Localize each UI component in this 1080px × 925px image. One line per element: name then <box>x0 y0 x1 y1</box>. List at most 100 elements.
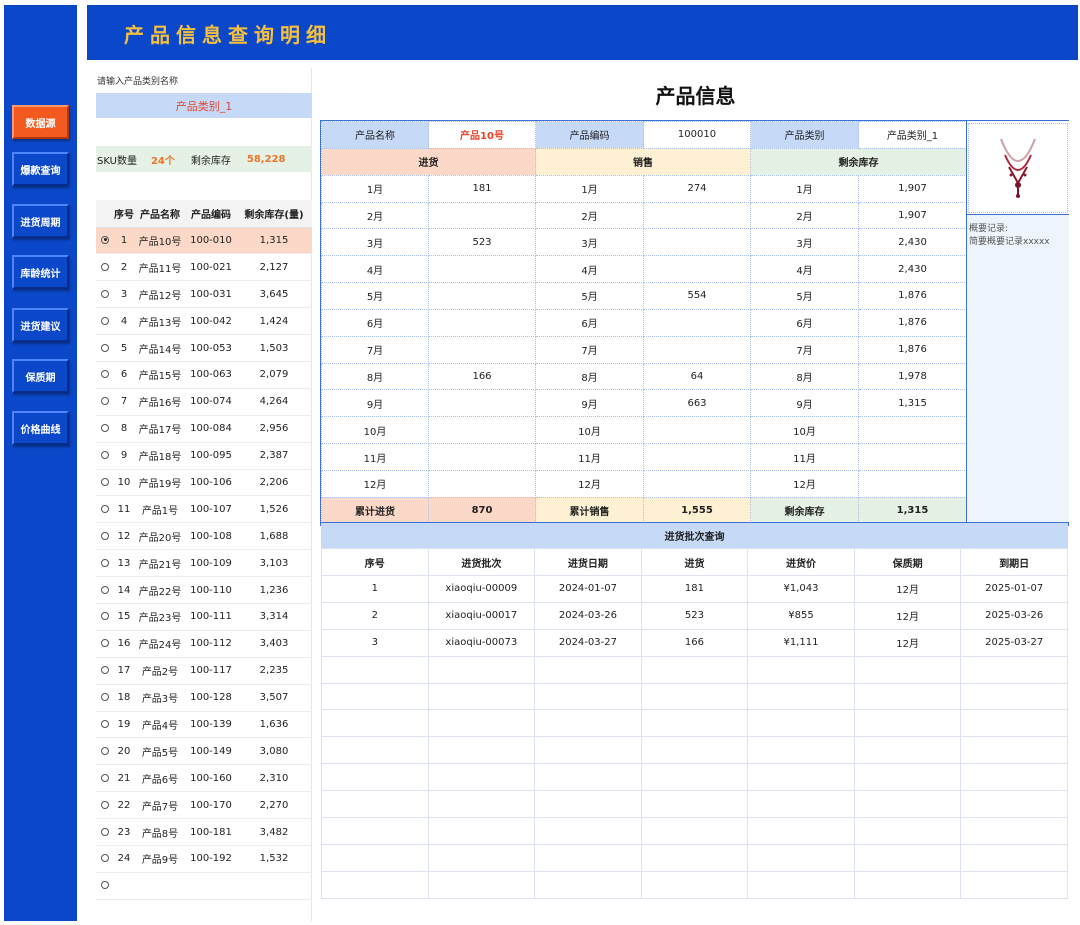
purchase-month: 3月 <box>321 228 429 257</box>
row-radio-cell[interactable] <box>96 334 114 362</box>
row-radio-cell[interactable] <box>96 361 114 389</box>
product-list-row[interactable]: 9 产品18号 100-095 2,387 <box>96 442 312 470</box>
row-radio-cell[interactable] <box>96 684 114 712</box>
batch-cell: xiaoqiu-00009 <box>427 575 536 603</box>
product-list-row[interactable]: 11 产品1号 100-107 1,526 <box>96 495 312 524</box>
product-list-row[interactable]: 24 产品9号 100-192 1,532 <box>96 845 312 873</box>
product-list-row[interactable]: 13 产品21号 100-109 3,103 <box>96 549 312 578</box>
select-radio[interactable] <box>101 504 109 513</box>
row-radio-cell[interactable] <box>96 791 114 820</box>
batch-cell <box>960 843 1068 872</box>
product-code: 100-170 <box>186 791 236 820</box>
row-radio-cell[interactable] <box>96 657 114 685</box>
select-radio[interactable] <box>101 397 109 406</box>
select-radio[interactable] <box>101 693 109 702</box>
select-radio[interactable] <box>101 585 109 594</box>
header-bar: 产品信息查询明细 <box>87 5 1078 60</box>
select-radio[interactable] <box>101 666 109 675</box>
select-radio[interactable] <box>101 773 109 782</box>
product-list-row[interactable]: 22 产品7号 100-170 2,270 <box>96 791 312 820</box>
batch-cell <box>427 817 536 845</box>
row-radio-cell[interactable] <box>96 495 114 524</box>
row-radio-cell[interactable] <box>96 253 114 282</box>
product-list-row[interactable]: 21 产品6号 100-160 2,310 <box>96 764 312 793</box>
month-row: 3月 523 3月 3月 2,430 <box>321 228 967 257</box>
select-radio[interactable] <box>101 827 109 836</box>
product-list-row[interactable] <box>96 872 312 900</box>
row-radio-cell[interactable] <box>96 522 114 551</box>
product-list-row[interactable]: 5 产品14号 100-053 1,503 <box>96 334 312 362</box>
product-list-row[interactable]: 16 产品24号 100-112 3,403 <box>96 630 312 658</box>
product-list-row[interactable]: 17 产品2号 100-117 2,235 <box>96 657 312 685</box>
nav-purchase-cycle-button[interactable]: 进货周期 <box>12 204 69 238</box>
nav-purchase-advice-button[interactable]: 进货建议 <box>12 308 69 342</box>
select-radio[interactable] <box>101 262 109 271</box>
row-radio-cell[interactable] <box>96 549 114 578</box>
select-radio[interactable] <box>101 477 109 486</box>
nav-shelf-life-button[interactable]: 保质期 <box>12 359 69 393</box>
row-radio-cell[interactable] <box>96 845 114 873</box>
row-radio-cell[interactable] <box>96 442 114 470</box>
batch-cell: 181 <box>640 575 749 603</box>
product-list-row[interactable]: 2 产品11号 100-021 2,127 <box>96 253 312 282</box>
sales-value: 554 <box>643 282 751 310</box>
select-radio[interactable] <box>101 800 109 809</box>
row-radio-cell[interactable] <box>96 388 114 416</box>
product-list-row[interactable]: 19 产品4号 100-139 1,636 <box>96 711 312 739</box>
row-radio-cell[interactable] <box>96 737 114 766</box>
product-list-row[interactable]: 1 产品10号 100-010 1,315 <box>96 227 312 255</box>
row-number: 20 <box>114 737 134 766</box>
product-list-row[interactable]: 6 产品15号 100-063 2,079 <box>96 361 312 389</box>
product-list-row[interactable]: 7 产品16号 100-074 4,264 <box>96 388 312 416</box>
select-radio[interactable] <box>101 370 109 379</box>
select-radio[interactable] <box>101 424 109 433</box>
nav-data-source-button[interactable]: 数据源 <box>12 105 69 139</box>
select-radio[interactable] <box>101 558 109 567</box>
select-radio[interactable] <box>101 316 109 325</box>
row-radio-cell[interactable] <box>96 576 114 604</box>
product-list-row[interactable]: 4 产品13号 100-042 1,424 <box>96 307 312 336</box>
product-list-row[interactable]: 8 产品17号 100-084 2,956 <box>96 415 312 443</box>
select-radio[interactable] <box>101 343 109 352</box>
row-radio-cell[interactable] <box>96 307 114 336</box>
row-radio-cell[interactable] <box>96 711 114 739</box>
remaining-month: 3月 <box>750 228 859 257</box>
select-radio[interactable] <box>101 235 109 244</box>
product-list-row[interactable]: 20 产品5号 100-149 3,080 <box>96 737 312 766</box>
purchase-month: 8月 <box>321 362 429 391</box>
select-radio[interactable] <box>101 531 109 540</box>
row-radio-cell[interactable] <box>96 280 114 309</box>
product-code: 100-128 <box>186 684 236 712</box>
select-radio[interactable] <box>101 289 109 298</box>
product-list-row[interactable]: 3 产品12号 100-031 3,645 <box>96 280 312 309</box>
select-radio[interactable] <box>101 881 109 890</box>
product-list-row[interactable]: 18 产品3号 100-128 3,507 <box>96 684 312 712</box>
nav-price-curve-button[interactable]: 价格曲线 <box>12 411 69 445</box>
select-radio[interactable] <box>101 719 109 728</box>
row-radio-cell[interactable] <box>96 872 114 900</box>
batch-cell <box>960 682 1068 711</box>
row-radio-cell[interactable] <box>96 764 114 793</box>
select-radio[interactable] <box>101 639 109 648</box>
select-radio[interactable] <box>101 854 109 863</box>
select-radio[interactable] <box>101 746 109 755</box>
product-list-row[interactable]: 23 产品8号 100-181 3,482 <box>96 818 312 846</box>
select-radio[interactable] <box>101 612 109 621</box>
nav-stock-age-button[interactable]: 库龄统计 <box>12 255 69 289</box>
row-radio-cell[interactable] <box>96 603 114 631</box>
sales-month: 4月 <box>535 255 644 284</box>
row-radio-cell[interactable] <box>96 818 114 846</box>
select-radio[interactable] <box>101 451 109 460</box>
row-radio-cell[interactable] <box>96 469 114 497</box>
row-radio-cell[interactable] <box>96 227 114 255</box>
product-list-row[interactable]: 15 产品23号 100-111 3,314 <box>96 603 312 631</box>
purchase-month: 9月 <box>321 389 429 418</box>
product-list-row[interactable]: 10 产品19号 100-106 2,206 <box>96 469 312 497</box>
product-list-row[interactable]: 12 产品20号 100-108 1,688 <box>96 522 312 551</box>
row-radio-cell[interactable] <box>96 415 114 443</box>
batch-row: 3 xiaoqiu-00073 2024-03-27 166 ¥1,111 12月 2025… <box>321 628 1068 657</box>
product-list-row[interactable]: 14 产品22号 100-110 1,236 <box>96 576 312 604</box>
nav-hot-items-button[interactable]: 爆款查询 <box>12 152 69 186</box>
row-radio-cell[interactable] <box>96 630 114 658</box>
category-search-input[interactable] <box>96 93 312 118</box>
